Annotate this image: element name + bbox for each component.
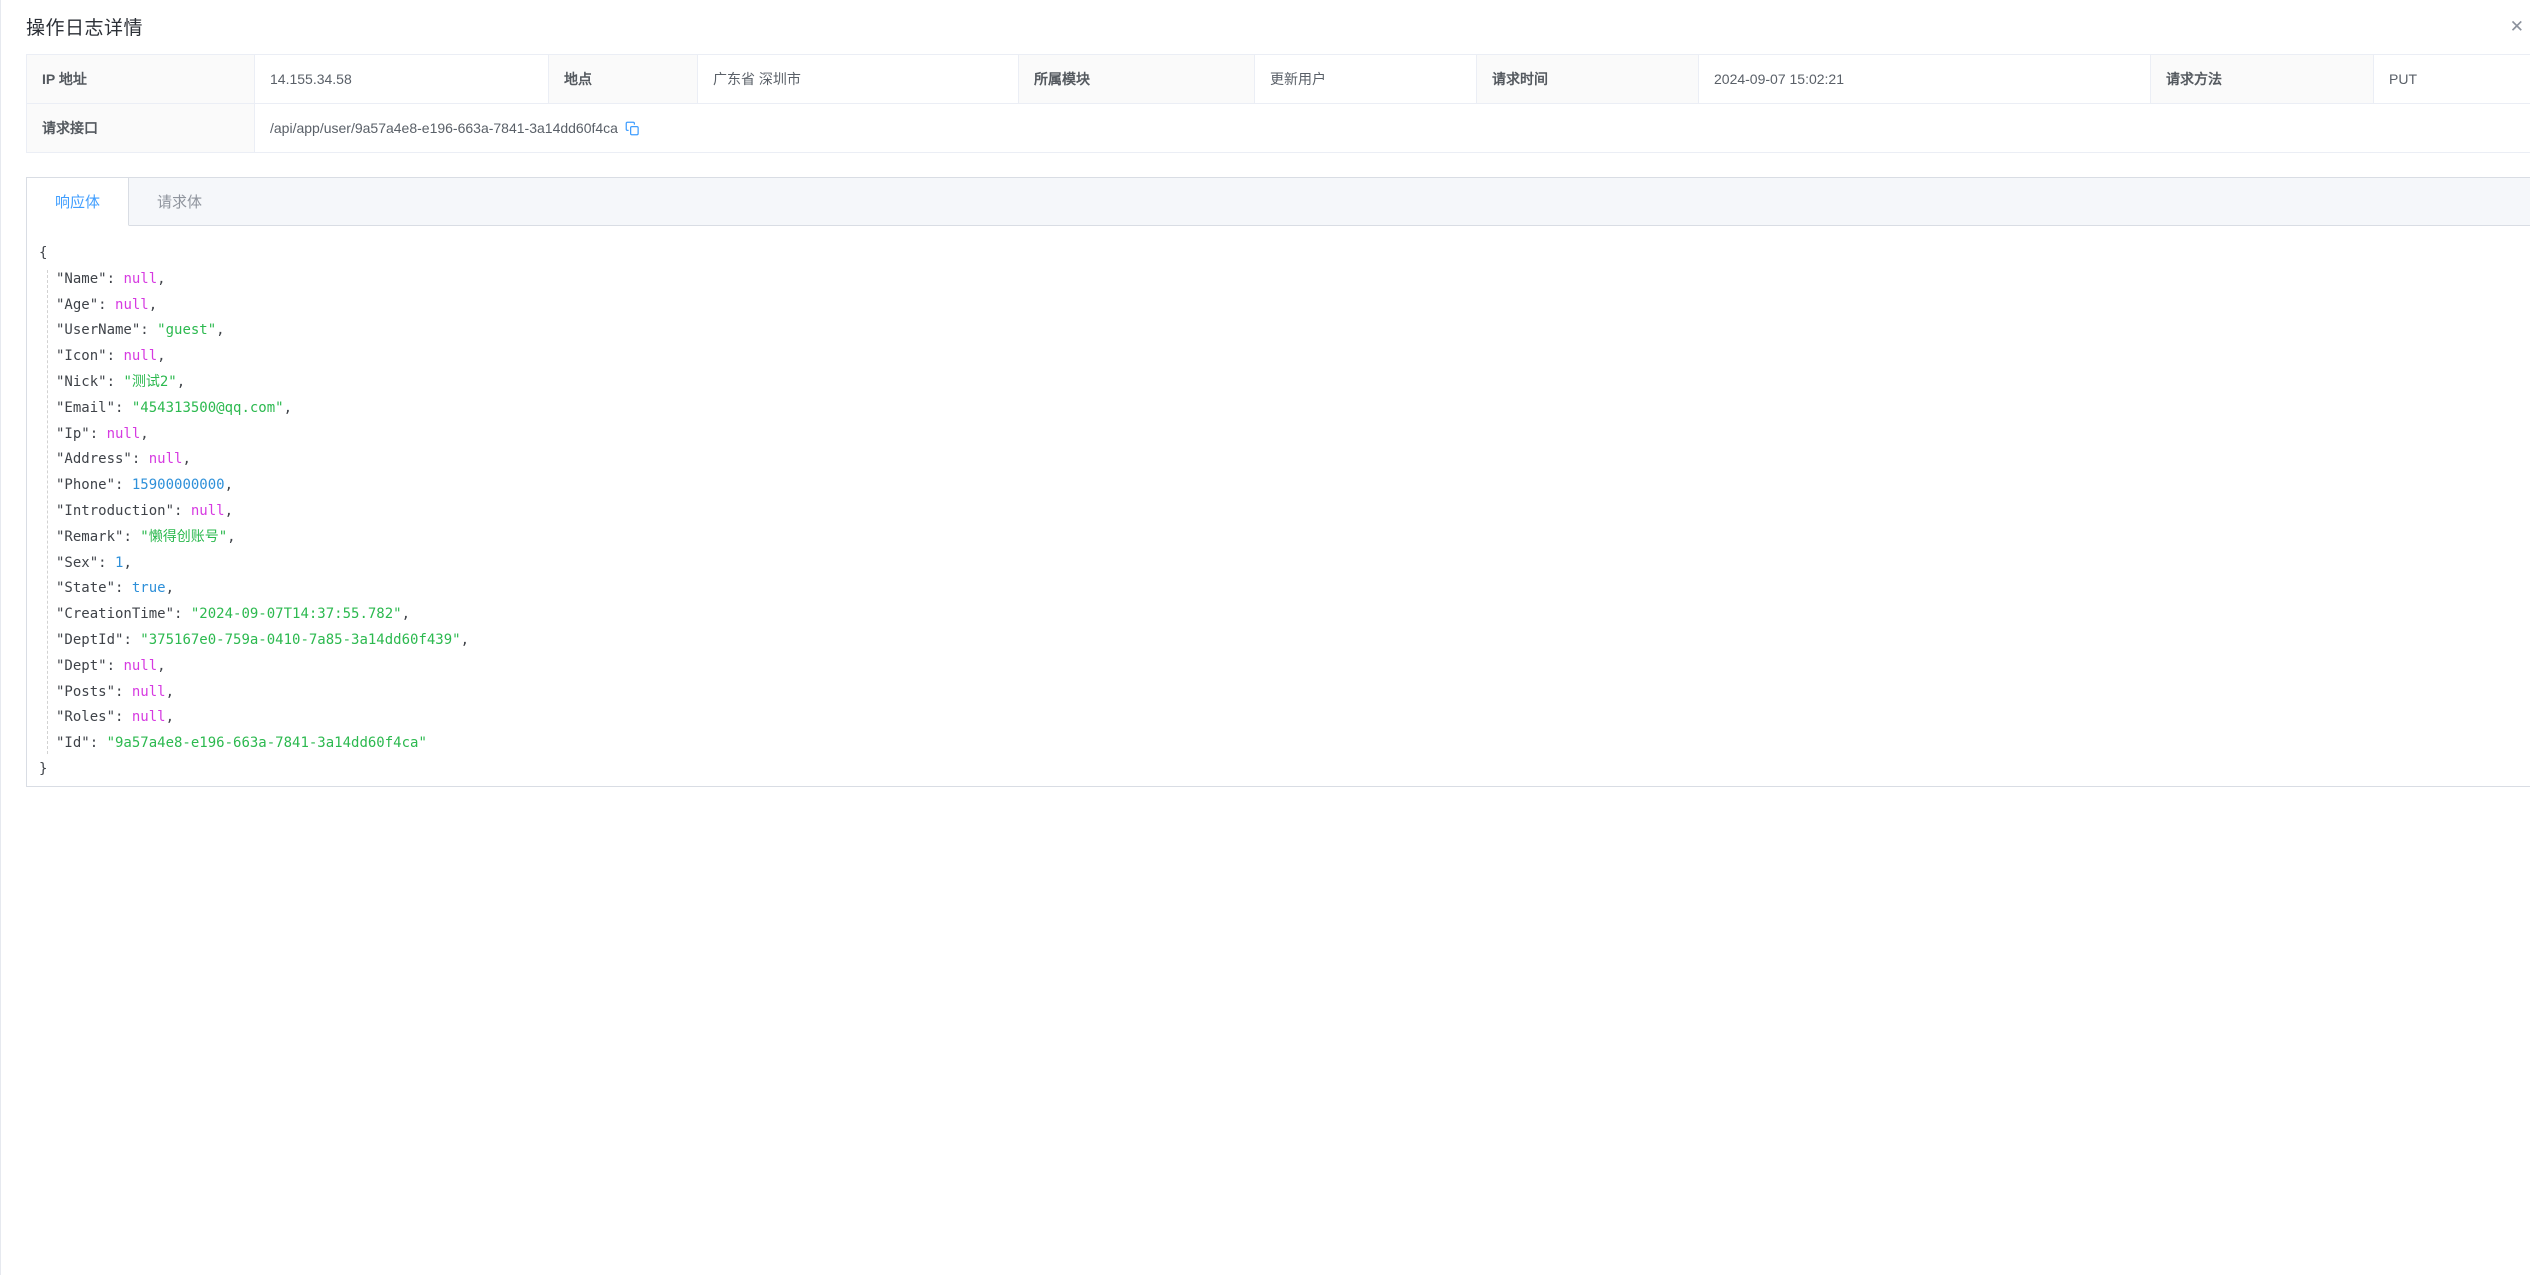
json-close-brace: }: [39, 757, 2510, 783]
field-location-value: 广东省 深圳市: [698, 55, 1019, 103]
field-location-label: 地点: [549, 55, 698, 103]
field-method-label: 请求方法: [2151, 55, 2374, 103]
field-ip-label: IP 地址: [27, 55, 255, 103]
json-line: "DeptId": "375167e0-759a-0410-7a85-3a14d…: [56, 628, 2510, 654]
json-line: "Sex": 1,: [56, 551, 2510, 577]
tabs-header: 响应体 请求体: [27, 178, 2530, 226]
summary-row-2: 请求接口 /api/app/user/9a57a4e8-e196-663a-78…: [27, 103, 2530, 152]
operation-log-drawer: 操作日志详情 ✕ IP 地址 14.155.34.58 地点 广东省 深圳市 所…: [1, 0, 2530, 787]
response-json-entries: "Name": null,"Age": null,"UserName": "gu…: [39, 267, 2510, 757]
field-time-label: 请求时间: [1477, 55, 1699, 103]
response-json-viewer: { "Name": null,"Age": null,"UserName": "…: [39, 241, 2510, 783]
field-time-value: 2024-09-07 15:02:21: [1699, 55, 2151, 103]
json-line: "UserName": "guest",: [56, 318, 2510, 344]
json-line: "Roles": null,: [56, 705, 2510, 731]
summary-row-1: IP 地址 14.155.34.58 地点 广东省 深圳市 所属模块 更新用户 …: [27, 55, 2530, 103]
json-line: "Ip": null,: [56, 422, 2510, 448]
field-module-label: 所属模块: [1019, 55, 1255, 103]
body-tabs-card: 响应体 请求体 { "Name": null,"Age": null,"User…: [26, 177, 2530, 787]
json-line: "Age": null,: [56, 293, 2510, 319]
json-line: "Icon": null,: [56, 344, 2510, 370]
field-endpoint-cell: /api/app/user/9a57a4e8-e196-663a-7841-3a…: [255, 104, 2530, 152]
json-line: "CreationTime": "2024-09-07T14:37:55.782…: [56, 602, 2510, 628]
json-line: "Name": null,: [56, 267, 2510, 293]
copy-icon[interactable]: [625, 121, 640, 136]
json-line: "Posts": null,: [56, 680, 2510, 706]
field-endpoint-value: /api/app/user/9a57a4e8-e196-663a-7841-3a…: [270, 120, 618, 136]
json-line: "Email": "454313500@qq.com",: [56, 396, 2510, 422]
field-ip-value: 14.155.34.58: [255, 55, 549, 103]
tab-response-body[interactable]: 响应体: [27, 178, 129, 226]
json-line: "Id": "9a57a4e8-e196-663a-7841-3a14dd60f…: [56, 731, 2510, 757]
json-line: "Dept": null,: [56, 654, 2510, 680]
field-endpoint-label: 请求接口: [27, 104, 255, 152]
json-line: "Phone": 15900000000,: [56, 473, 2510, 499]
field-module-value: 更新用户: [1255, 55, 1477, 103]
json-line: "State": true,: [56, 576, 2510, 602]
drawer-title: 操作日志详情: [26, 13, 143, 40]
json-line: "Remark": "懒得创账号",: [56, 525, 2510, 551]
json-open-brace: {: [39, 241, 2510, 267]
json-line: "Introduction": null,: [56, 499, 2510, 525]
response-body-panel: { "Name": null,"Age": null,"UserName": "…: [27, 226, 2530, 803]
json-line: "Address": null,: [56, 447, 2510, 473]
field-method-value: PUT: [2374, 55, 2530, 103]
drawer-header: 操作日志详情 ✕: [1, 0, 2530, 48]
tab-request-body[interactable]: 请求体: [129, 178, 230, 225]
close-icon[interactable]: ✕: [2510, 18, 2524, 35]
log-summary-table: IP 地址 14.155.34.58 地点 广东省 深圳市 所属模块 更新用户 …: [26, 54, 2530, 153]
json-line: "Nick": "测试2",: [56, 370, 2510, 396]
